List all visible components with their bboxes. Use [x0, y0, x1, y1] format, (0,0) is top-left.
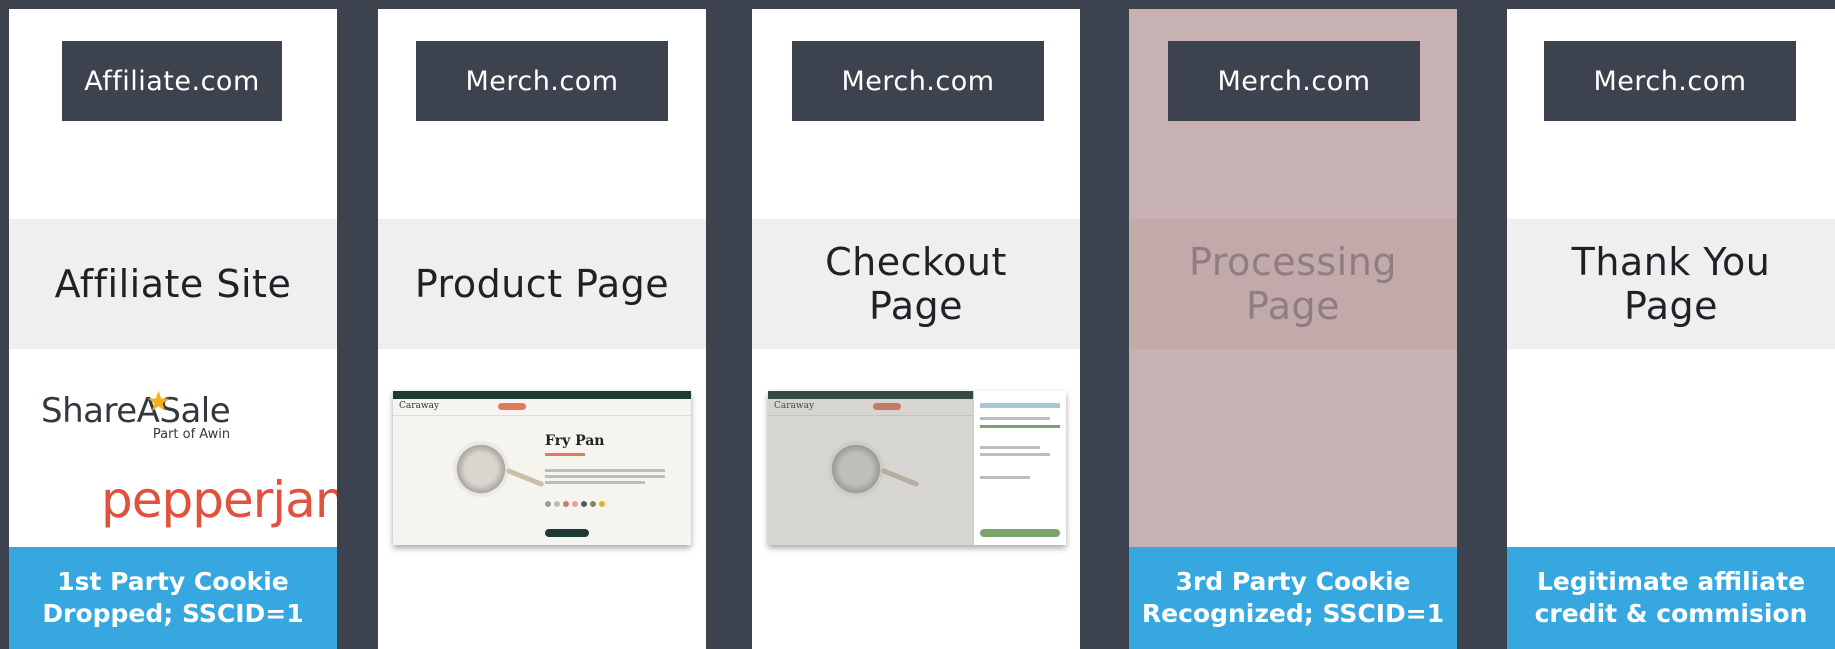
cookie-status-footer: 1st Party Cookie Dropped; SSCID=1	[9, 547, 337, 649]
site-label: Merch.com	[1544, 41, 1796, 121]
page-title: Thank You Page	[1507, 219, 1835, 349]
affiliate-network-logos: ★ ShareASale Part of Awin pepperjam®	[9, 369, 337, 549]
shareasale-logo: ★ ShareASale Part of Awin	[41, 385, 231, 442]
column-processing-page: Merch.com Processing Page 3rd Party Cook…	[1129, 9, 1457, 649]
cookie-status-footer: 3rd Party Cookie Recognized; SSCID=1	[1129, 547, 1457, 649]
star-icon: ★	[146, 385, 172, 418]
checkout-page-screenshot: Caraway	[768, 391, 1066, 545]
column-affiliate-site: Affiliate.com Affiliate Site ★ ShareASal…	[9, 9, 337, 649]
site-label: Merch.com	[1168, 41, 1420, 121]
column-checkout-page: Merch.com Checkout Page Caraway	[752, 9, 1080, 649]
commission-footer: Legitimate affiliate credit & commision	[1507, 547, 1835, 649]
page-title: Affiliate Site	[9, 219, 337, 349]
site-label: Merch.com	[416, 41, 668, 121]
site-label: Merch.com	[792, 41, 1044, 121]
pepperjam-logo: pepperjam®	[101, 471, 337, 529]
cart-panel	[973, 391, 1066, 545]
page-title: Checkout Page	[752, 219, 1080, 349]
page-title: Processing Page	[1129, 219, 1457, 349]
site-label: Affiliate.com	[62, 41, 282, 121]
product-page-screenshot: Caraway Fry Pan	[393, 391, 691, 545]
column-thank-you-page: Merch.com Thank You Page Legitimate affi…	[1507, 9, 1835, 649]
column-product-page: Merch.com Product Page Caraway Fry Pan	[378, 9, 706, 649]
page-title: Product Page	[378, 219, 706, 349]
pan-image	[453, 441, 509, 497]
